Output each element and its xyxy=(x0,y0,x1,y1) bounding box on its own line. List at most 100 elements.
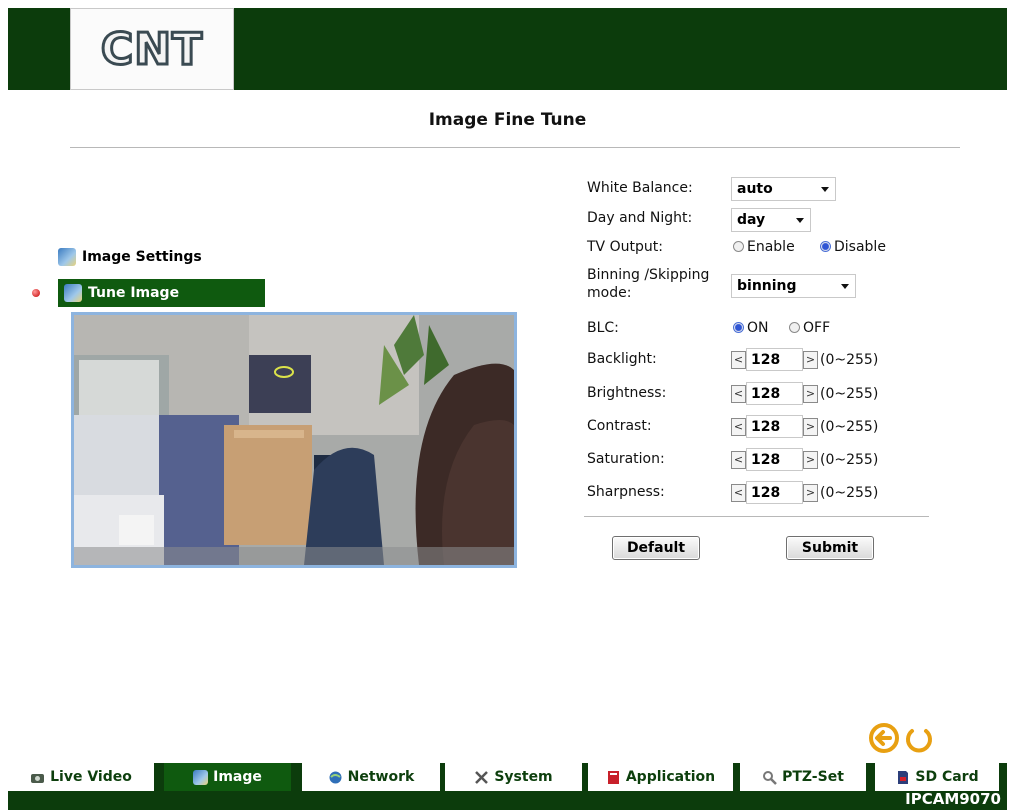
sidebar-item-image-settings[interactable]: Image Settings xyxy=(58,245,268,269)
nav-icons xyxy=(868,722,934,754)
back-arrow-icon[interactable] xyxy=(868,722,900,754)
saturation-stepper: < 128 > (0~255) xyxy=(731,448,878,471)
contrast-stepper: < 128 > (0~255) xyxy=(731,415,878,438)
backlight-stepper: < 128 > (0~255) xyxy=(731,348,878,371)
tab-label: Live Video xyxy=(50,769,132,785)
brightness-stepper: < 128 > (0~255) xyxy=(731,382,878,405)
model-name: IPCAM9070 xyxy=(905,790,1001,808)
sharpness-range: (0~255) xyxy=(820,484,879,501)
blc-label: BLC: xyxy=(587,320,619,336)
tv-output-label: TV Output: xyxy=(587,239,663,255)
tab-label: Image xyxy=(213,769,262,785)
sharpness-label: Sharpness: xyxy=(587,484,665,500)
tab-application[interactable]: Application xyxy=(588,763,733,791)
sidebar-item-tune-image[interactable]: Tune Image xyxy=(58,279,265,307)
chevron-down-icon xyxy=(841,284,849,289)
tab-label: Application xyxy=(625,769,716,785)
binning-label-line2: mode: xyxy=(587,285,632,301)
backlight-increment-button[interactable]: > xyxy=(803,350,818,369)
contrast-label: Contrast: xyxy=(587,418,652,434)
day-night-value: day xyxy=(737,212,766,228)
binning-select[interactable]: binning xyxy=(731,274,856,298)
sharpness-input[interactable]: 128 xyxy=(746,481,803,504)
default-button[interactable]: Default xyxy=(612,536,700,560)
white-balance-select[interactable]: auto xyxy=(731,177,836,201)
saturation-increment-button[interactable]: > xyxy=(803,450,818,469)
contrast-input[interactable]: 128 xyxy=(746,415,803,438)
tv-output-enable-label: Enable xyxy=(747,239,795,255)
backlight-input[interactable]: 128 xyxy=(746,348,803,371)
tv-output-disable-option[interactable]: Disable xyxy=(820,239,886,255)
tab-live-video[interactable]: Live Video xyxy=(8,763,154,791)
camera-preview xyxy=(71,312,517,568)
sidebar-item-label: Tune Image xyxy=(88,285,180,301)
tab-system[interactable]: System xyxy=(445,763,582,791)
tune-image-icon xyxy=(64,284,82,302)
backlight-label: Backlight: xyxy=(587,351,657,367)
backlight-decrement-button[interactable]: < xyxy=(731,350,746,369)
backlight-range: (0~255) xyxy=(820,351,879,368)
chevron-down-icon xyxy=(796,218,804,223)
tab-label: SD Card xyxy=(915,769,979,785)
sharpness-stepper: < 128 > (0~255) xyxy=(731,481,878,504)
application-icon xyxy=(607,770,619,784)
contrast-increment-button[interactable]: > xyxy=(803,417,818,436)
sharpness-decrement-button[interactable]: < xyxy=(731,483,746,502)
live-video-icon xyxy=(31,773,45,783)
blc-on-option[interactable]: ON xyxy=(733,320,769,336)
blc-off-label: OFF xyxy=(803,320,831,336)
page-title: Image Fine Tune xyxy=(428,110,587,130)
sidebar-item-label: Image Settings xyxy=(82,249,202,265)
submit-button[interactable]: Submit xyxy=(786,536,874,560)
brightness-label: Brightness: xyxy=(587,385,667,401)
binning-value: binning xyxy=(737,278,797,294)
image-icon xyxy=(193,769,209,785)
tv-output-enable-radio[interactable] xyxy=(733,241,744,252)
tab-sd-card[interactable]: SD Card xyxy=(875,763,999,791)
contrast-decrement-button[interactable]: < xyxy=(731,417,746,436)
app-frame: CNT Image Fine Tune Image Settings Tune … xyxy=(8,8,1007,810)
chevron-down-icon xyxy=(821,187,829,192)
tab-ptz-set[interactable]: PTZ-Set xyxy=(740,763,866,791)
tab-label: PTZ-Set xyxy=(782,769,844,785)
network-icon xyxy=(329,771,342,783)
form-divider xyxy=(584,516,929,517)
saturation-input[interactable]: 128 xyxy=(746,448,803,471)
blc-on-label: ON xyxy=(747,320,769,336)
sharpness-increment-button[interactable]: > xyxy=(803,483,818,502)
active-bullet-icon xyxy=(32,289,40,297)
system-icon xyxy=(475,770,489,784)
contrast-range: (0~255) xyxy=(820,418,879,435)
saturation-decrement-button[interactable]: < xyxy=(731,450,746,469)
day-night-label: Day and Night: xyxy=(587,210,693,226)
brightness-range: (0~255) xyxy=(820,385,879,402)
binning-label-line1: Binning /Skipping xyxy=(587,267,710,283)
brightness-increment-button[interactable]: > xyxy=(803,384,818,403)
day-night-select[interactable]: day xyxy=(731,208,811,232)
brightness-decrement-button[interactable]: < xyxy=(731,384,746,403)
binning-label: Binning /Skipping mode: xyxy=(587,266,709,302)
logo-text: CNT xyxy=(99,22,204,76)
tab-label: System xyxy=(494,769,553,785)
white-balance-label: White Balance: xyxy=(587,180,693,196)
content-panel: Image Fine Tune Image Settings Tune Imag… xyxy=(8,90,1007,763)
saturation-label: Saturation: xyxy=(587,451,665,467)
tab-image[interactable]: Image xyxy=(164,763,291,791)
camera-preview-image xyxy=(74,315,514,565)
tv-output-disable-label: Disable xyxy=(834,239,886,255)
sd-card-icon xyxy=(898,770,909,784)
blc-on-radio[interactable] xyxy=(733,322,744,333)
brightness-input[interactable]: 128 xyxy=(746,382,803,405)
blc-off-radio[interactable] xyxy=(789,322,800,333)
ptz-set-icon xyxy=(763,770,777,785)
image-settings-icon xyxy=(58,248,76,266)
tab-label: Network xyxy=(347,769,415,785)
blc-off-option[interactable]: OFF xyxy=(789,320,830,336)
saturation-range: (0~255) xyxy=(820,451,879,468)
refresh-icon[interactable] xyxy=(904,722,934,754)
tv-output-enable-option[interactable]: Enable xyxy=(733,239,795,255)
white-balance-value: auto xyxy=(737,181,773,197)
logo: CNT xyxy=(70,8,234,90)
tab-network[interactable]: Network xyxy=(302,763,440,791)
tv-output-disable-radio[interactable] xyxy=(820,241,831,252)
